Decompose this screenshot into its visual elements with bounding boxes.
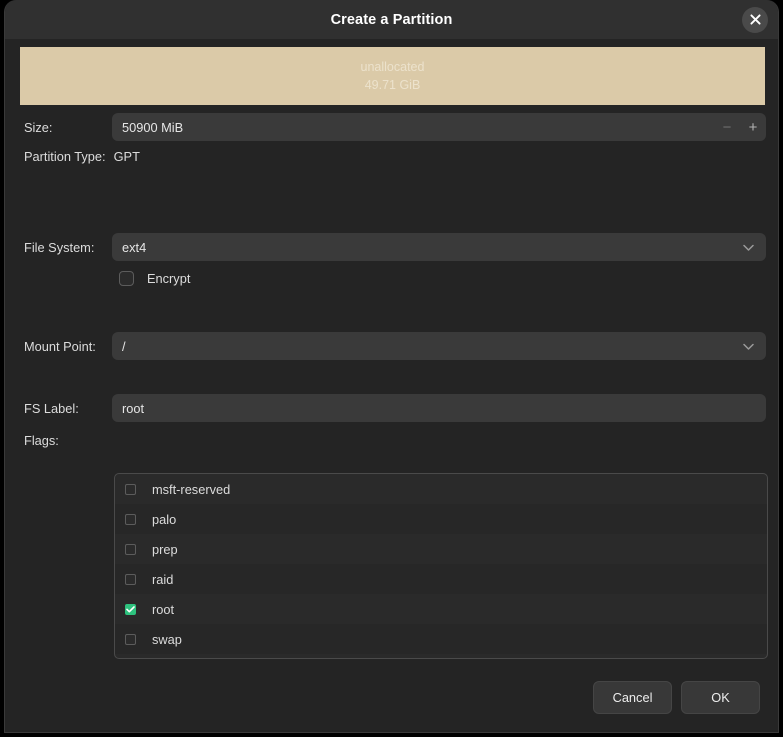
flag-label: msft-reserved [152, 481, 231, 497]
ok-button[interactable]: OK [681, 681, 760, 714]
fs-label-input[interactable]: root [112, 394, 766, 422]
list-item[interactable]: swap [115, 624, 767, 654]
file-system-value: ext4 [122, 239, 147, 255]
flag-label: root [152, 601, 175, 617]
size-stepper: − + [714, 113, 766, 141]
flags-list: msft-reserved palo prep raid root swap [114, 473, 768, 659]
unallocated-space-bar: unallocated 49.71 GiB [20, 47, 765, 105]
flag-checkbox[interactable] [125, 573, 136, 585]
list-item[interactable]: msft-reserved [115, 474, 767, 504]
flags-label: Flags: [24, 433, 59, 448]
size-row: Size: 50900 MiB − + [5, 113, 778, 141]
mount-point-row: Mount Point: / [5, 332, 778, 360]
mount-point-value: / [122, 338, 126, 354]
size-decrement-button[interactable]: − [714, 113, 740, 141]
flag-checkbox[interactable] [125, 633, 136, 645]
encrypt-checkbox[interactable] [119, 271, 134, 286]
flag-checkbox[interactable] [125, 603, 136, 615]
encrypt-label: Encrypt [147, 271, 191, 286]
mount-point-select[interactable]: / [112, 332, 766, 360]
chevron-down-icon [743, 339, 754, 354]
partition-type-label: Partition Type: [24, 149, 106, 164]
list-item[interactable]: prep [115, 534, 767, 564]
list-item[interactable]: root [115, 594, 767, 624]
size-input[interactable]: 50900 MiB − + [112, 113, 766, 141]
size-label: Size: [24, 119, 53, 135]
flag-checkbox[interactable] [125, 543, 136, 555]
dialog-title: Create a Partition [330, 11, 453, 28]
dialog-titlebar: Create a Partition [5, 0, 778, 39]
close-icon [749, 14, 761, 25]
flags-row: Flags: [5, 433, 778, 448]
close-button[interactable] [742, 6, 768, 33]
flag-checkbox[interactable] [125, 513, 136, 525]
unallocated-size: 49.71 GiB [364, 78, 421, 92]
chevron-down-icon [743, 240, 754, 255]
list-item[interactable]: palo [115, 504, 767, 534]
check-icon [126, 600, 135, 618]
fs-label-value: root [122, 400, 145, 416]
file-system-label: File System: [24, 239, 95, 255]
create-partition-dialog: Create a Partition unallocated 49.71 GiB… [4, 0, 779, 733]
file-system-select[interactable]: ext4 [112, 233, 766, 261]
list-item[interactable]: raid [115, 564, 767, 594]
size-increment-button[interactable]: + [740, 113, 766, 141]
flag-label: palo [152, 511, 177, 527]
unallocated-label: unallocated [360, 60, 425, 74]
cancel-button[interactable]: Cancel [593, 681, 672, 714]
size-value: 50900 MiB [122, 119, 184, 135]
partition-type-row: Partition Type: GPT [5, 149, 778, 164]
fs-label-label: FS Label: [24, 400, 79, 416]
flag-label: raid [152, 571, 174, 587]
fs-label-row: FS Label: root [5, 394, 778, 422]
encrypt-row[interactable]: Encrypt [5, 271, 778, 286]
dialog-footer: Cancel OK [593, 681, 760, 714]
dialog-body: unallocated 49.71 GiB Size: 50900 MiB − … [5, 39, 778, 732]
flag-label: prep [152, 541, 178, 557]
partition-type-value: GPT [113, 149, 140, 164]
flag-checkbox[interactable] [125, 483, 136, 495]
file-system-row: File System: ext4 [5, 233, 778, 261]
mount-point-label: Mount Point: [24, 338, 96, 354]
flag-label: swap [152, 631, 182, 647]
